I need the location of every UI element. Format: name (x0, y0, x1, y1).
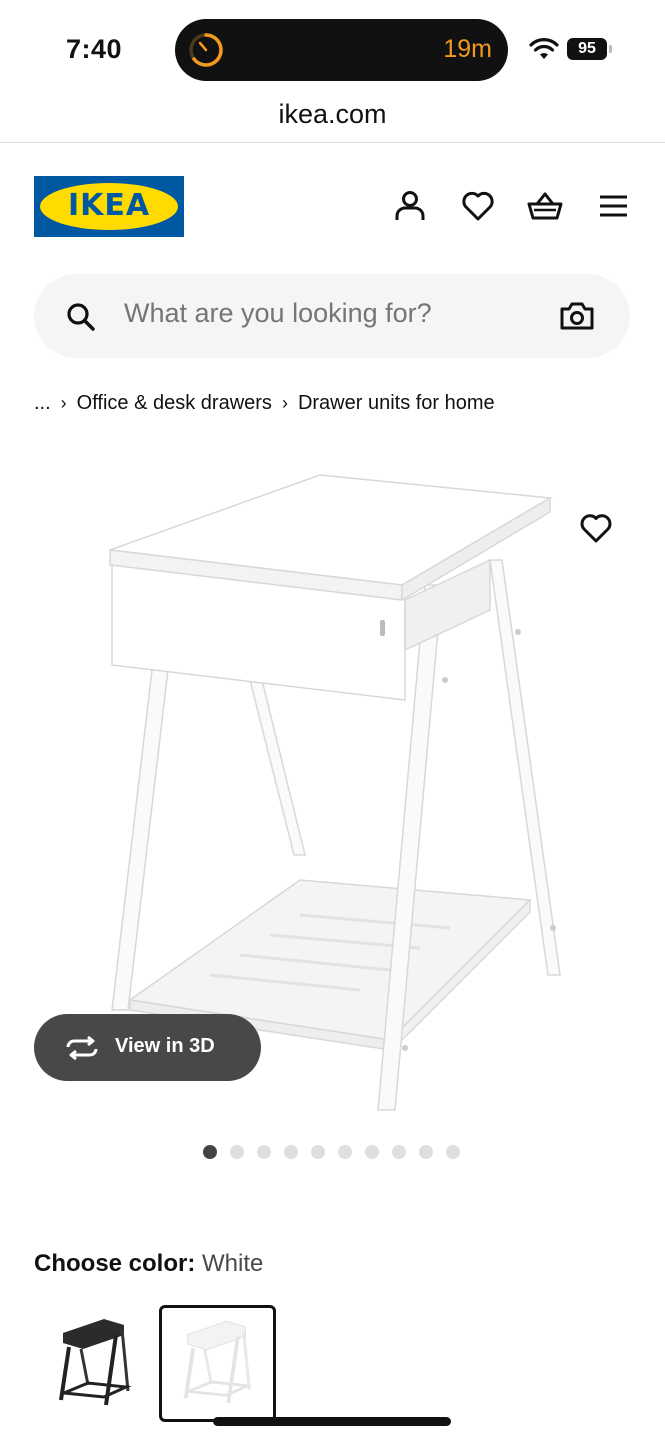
carousel-dot[interactable] (257, 1145, 271, 1159)
timer-text: 19m (443, 35, 492, 63)
menu-hamburger-icon[interactable] (595, 188, 631, 224)
carousel-dot[interactable] (338, 1145, 352, 1159)
add-to-favorites-heart-icon[interactable] (579, 512, 613, 544)
battery-tip (609, 45, 612, 53)
status-time: 7:40 (66, 34, 123, 64)
home-indicator[interactable] (213, 1417, 451, 1426)
image-carousel-dots (203, 1145, 460, 1159)
rotate-3d-icon (66, 1035, 98, 1061)
browser-url-bar[interactable]: ikea.com (0, 95, 665, 143)
wifi-icon (529, 38, 559, 59)
breadcrumb-office-desk-drawers[interactable]: Office & desk drawers (77, 392, 272, 414)
breadcrumb-ellipsis[interactable]: ... (34, 392, 51, 414)
carousel-dot[interactable] (284, 1145, 298, 1159)
url-text: ikea.com (278, 99, 387, 129)
breadcrumb: ... › Office & desk drawers › Drawer units f… (34, 392, 495, 415)
carousel-dot[interactable] (230, 1145, 244, 1159)
account-icon[interactable] (392, 188, 428, 224)
carousel-dot[interactable] (311, 1145, 325, 1159)
chevron-right-icon: › (60, 393, 67, 413)
chevron-right-icon: › (281, 393, 288, 413)
breadcrumb-drawer-units[interactable]: Drawer units for home (298, 392, 495, 414)
status-bar: 7:40 19m 95 (0, 0, 665, 95)
color-swatch-black[interactable] (36, 1305, 153, 1422)
battery-indicator: 95 (567, 38, 607, 60)
logo-text: IKEA (67, 188, 151, 223)
search-icon (67, 303, 95, 331)
color-swatch-white[interactable] (159, 1305, 276, 1422)
timer-icon (189, 33, 223, 67)
shopping-basket-icon[interactable] (527, 188, 563, 224)
search-input[interactable] (124, 298, 544, 329)
color-selected-value: White (202, 1250, 264, 1277)
carousel-dot[interactable] (365, 1145, 379, 1159)
color-label-title: Choose color: (34, 1250, 196, 1277)
dynamic-island[interactable]: 19m (175, 19, 508, 81)
view-in-3d-button[interactable]: View in 3D (34, 1014, 261, 1081)
carousel-dot[interactable] (419, 1145, 433, 1159)
view-in-3d-label: View in 3D (115, 1035, 215, 1057)
camera-search-icon[interactable] (560, 301, 594, 331)
carousel-dot[interactable] (203, 1145, 217, 1159)
carousel-dot[interactable] (446, 1145, 460, 1159)
search-bar[interactable] (34, 274, 630, 358)
choose-color-label: Choose color: White (34, 1250, 263, 1278)
favorites-heart-icon[interactable] (460, 188, 496, 224)
carousel-dot[interactable] (392, 1145, 406, 1159)
ikea-logo[interactable]: IKEA (34, 176, 184, 237)
